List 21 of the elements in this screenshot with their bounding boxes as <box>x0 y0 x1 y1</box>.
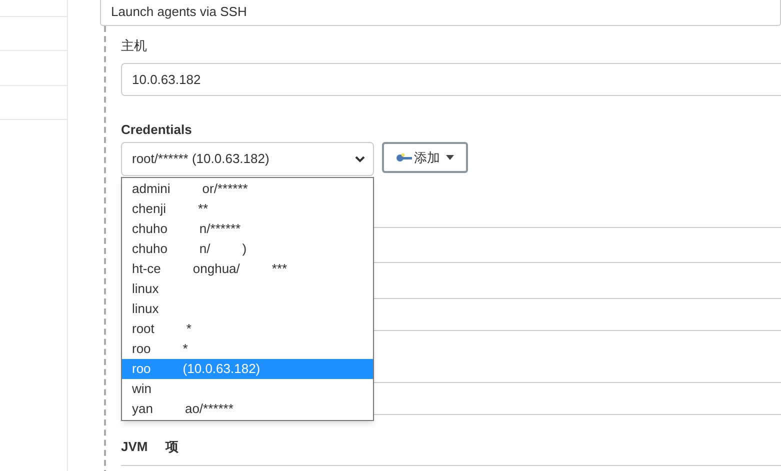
dropdown-option[interactable]: admini or/****** <box>122 179 373 199</box>
launch-method-select[interactable]: Launch agents via SSH <box>100 0 781 26</box>
caret-icon <box>446 155 454 160</box>
add-button[interactable]: 添加 <box>382 142 468 173</box>
chevron-down-icon <box>355 156 365 162</box>
field-label: Credentials <box>121 121 193 138</box>
dropdown-option[interactable]: root * <box>122 319 373 339</box>
host-input-field[interactable]: 10.0.63.182 <box>121 63 781 96</box>
dropdown-option[interactable]: linux <box>122 279 373 299</box>
dropdown-option[interactable]: ht-ce onghua/ *** <box>122 259 373 279</box>
dropdown-option[interactable]: yan ao/****** <box>122 399 373 419</box>
field-label: 主机 <box>121 37 148 55</box>
dropdown-option[interactable]: chuho n/****** <box>122 219 373 239</box>
dropdown-option[interactable]: chuho n/ ) <box>122 239 373 259</box>
dropdown-option[interactable]: roo * <box>122 339 373 359</box>
credentials-select[interactable]: root/****** (10.0.63.182) <box>121 142 374 176</box>
dropdown-option[interactable]: win <box>122 379 373 399</box>
dropdown-option[interactable]: linux <box>122 299 373 319</box>
dropdown-option[interactable]: chenji ** <box>122 199 373 219</box>
field-label: JVM 项 <box>121 438 180 455</box>
key-icon <box>396 152 412 162</box>
